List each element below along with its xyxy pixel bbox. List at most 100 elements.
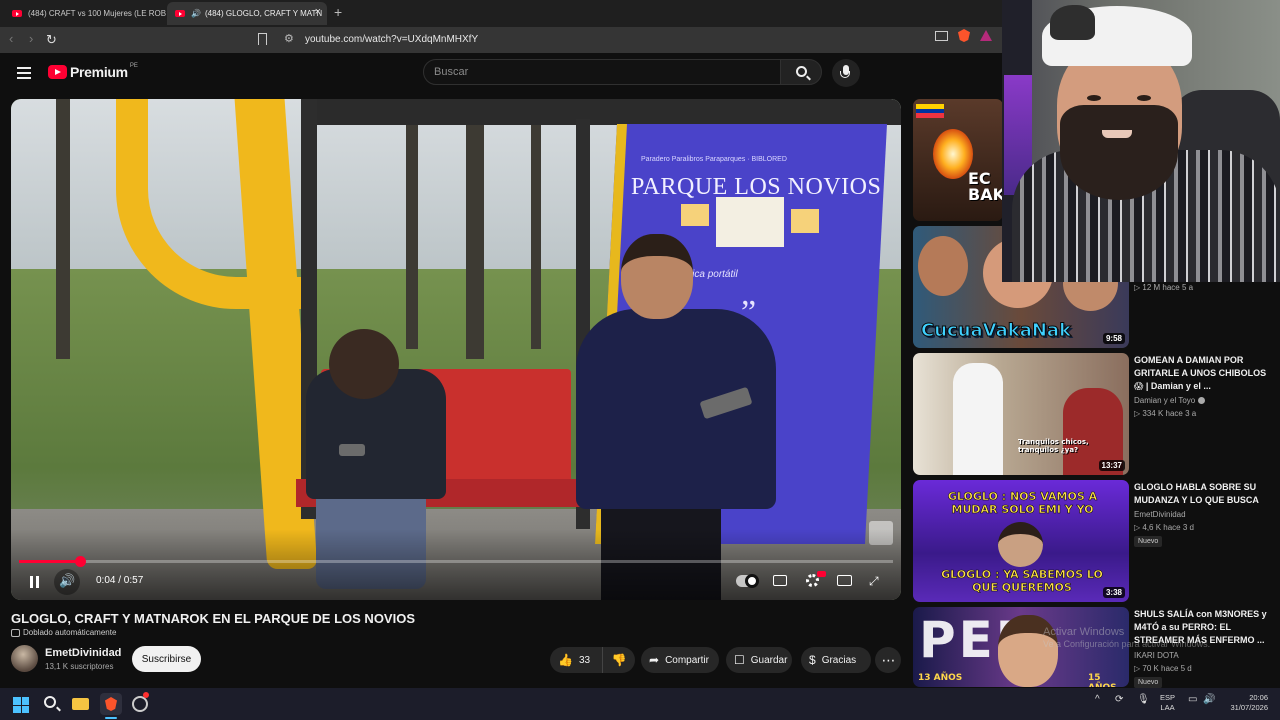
file-explorer-icon[interactable] xyxy=(71,694,91,714)
url-text[interactable]: youtube.com/watch?v=UXdqMnMHXfY xyxy=(305,34,478,45)
recommendation-channel[interactable]: Damian y el Toyo xyxy=(1134,396,1206,405)
recommendation-thumbnail[interactable]: EC BAK xyxy=(913,99,1003,221)
youtube-favicon-icon xyxy=(175,10,185,17)
voice-search-button[interactable] xyxy=(832,59,860,87)
dislike-button[interactable]: 👎 xyxy=(603,653,635,667)
active-app-indicator xyxy=(105,717,117,719)
recommendation-title[interactable]: GOMEAN A DAMIAN POR GRITARLE A UNOS CHIB… xyxy=(1134,354,1274,393)
audio-playing-icon[interactable]: 🔊 xyxy=(191,9,201,18)
recommendation-meta: ▷ 70 K hace 5 d xyxy=(1134,664,1192,673)
thumbs-down-icon: 👎 xyxy=(611,653,627,667)
thumbnail-text: EC BAK xyxy=(968,169,1003,204)
address-bar[interactable]: ⚙ youtube.com/watch?v=UXdqMnMHXfY xyxy=(248,30,996,50)
ecuador-flag-icon xyxy=(916,104,944,118)
recommendation-channel[interactable]: IKARI DOTA xyxy=(1134,651,1179,660)
tray-overflow-icon[interactable]: ^ xyxy=(1095,694,1100,705)
webcam-person-beard xyxy=(1060,105,1178,200)
recommendation-thumbnail[interactable]: GLOGLO : NOS VAMOS A MUDAR SOLO EMI Y YO… xyxy=(913,480,1129,602)
video-frame-tree xyxy=(531,99,541,349)
youtube-favicon-icon xyxy=(12,10,22,17)
like-dislike-group: 👍 33 👎 xyxy=(550,647,635,673)
theater-mode-icon[interactable] xyxy=(837,575,852,586)
recommendation-meta: ▷ 334 K hace 3 a xyxy=(1134,409,1197,418)
dubbed-icon xyxy=(11,628,20,637)
brave-browser-icon[interactable] xyxy=(100,693,122,715)
video-frame-shelter-roof xyxy=(301,99,901,125)
subscribe-button[interactable]: Suscribirse xyxy=(132,646,201,672)
brave-rewards-icon[interactable] xyxy=(980,30,992,41)
sync-icon[interactable]: ⟳ xyxy=(1115,694,1123,705)
webcam-person-mouth xyxy=(1102,130,1132,138)
pause-button[interactable] xyxy=(21,569,47,595)
video-frame-note xyxy=(716,197,784,247)
site-info-icon[interactable]: ⚙ xyxy=(284,32,294,45)
thumbnail-text: CucuaVakaNak xyxy=(920,320,1072,342)
channel-avatar[interactable] xyxy=(11,645,38,672)
browser-tab-active[interactable]: 🔊 (484) GLOGLO, CRAFT Y MATN × xyxy=(167,2,327,25)
new-tab-button[interactable]: + xyxy=(334,4,342,20)
new-badge: Nuevo xyxy=(1134,677,1163,688)
network-icon[interactable]: ▭ xyxy=(1188,694,1197,705)
poster-subtitle: Paradero Paralibros Paraparques · BIBLOR… xyxy=(641,156,787,163)
volume-icon: 🔊 xyxy=(59,573,76,588)
more-actions-icon[interactable]: ⋯ xyxy=(875,647,901,673)
microphone-tray-icon[interactable]: 🎙 xyxy=(1137,694,1150,705)
browser-tab[interactable]: (484) CRAFT vs 100 Mujeres (LE ROBO xyxy=(4,2,166,25)
windows-start-icon[interactable] xyxy=(13,697,29,713)
share-icon: ➦ xyxy=(649,653,660,667)
webcam-person-eye xyxy=(1087,95,1101,101)
reload-icon[interactable]: ↻ xyxy=(46,32,60,47)
brave-shields-icon[interactable] xyxy=(958,29,970,42)
youtube-logo-icon xyxy=(48,65,67,79)
input-language[interactable]: ESP LAA xyxy=(1160,693,1175,713)
subtitles-icon[interactable] xyxy=(773,575,787,586)
tab-label: (484) GLOGLO, CRAFT Y MATN xyxy=(204,9,323,18)
save-button[interactable]: ☐ Guardar xyxy=(726,647,792,673)
windows-activation-watermark: Activar Windows Ve a Configuración para … xyxy=(1043,626,1211,650)
video-duration: 9:58 xyxy=(1102,333,1125,344)
volume-tray-icon[interactable]: 🔊 xyxy=(1203,694,1215,705)
thumbnail-text: 13 AÑOS xyxy=(918,673,963,683)
bookmark-icon[interactable] xyxy=(258,33,267,45)
verified-icon xyxy=(1198,397,1206,405)
fullscreen-icon[interactable]: ⤢ xyxy=(869,574,879,589)
video-player[interactable]: Paradero Paralibros Paraparques · BIBLOR… xyxy=(11,99,901,600)
thumbnail-text: GLOGLO : YA SABEMOS LO QUE QUEREMOS xyxy=(941,568,1103,595)
cast-icon[interactable] xyxy=(935,31,948,41)
search-button[interactable] xyxy=(780,59,822,85)
back-icon[interactable]: ‹ xyxy=(9,31,13,46)
autoplay-toggle[interactable] xyxy=(736,574,759,588)
forward-icon[interactable]: › xyxy=(29,31,33,46)
system-clock[interactable]: 20:06 31/07/2026 xyxy=(1228,693,1268,713)
new-badge: Nuevo xyxy=(1134,536,1163,547)
browser-tab-bar: (484) CRAFT vs 100 Mujeres (LE ROBO 🔊 (4… xyxy=(0,0,1002,27)
video-frame-person xyxy=(329,329,399,399)
fire-icon xyxy=(933,129,973,179)
video-duration: 3:38 xyxy=(1102,587,1125,598)
youtube-premium-logo[interactable]: Premium PE xyxy=(48,63,138,80)
tab-label: (484) CRAFT vs 100 Mujeres (LE ROBO xyxy=(28,9,166,18)
menu-icon[interactable] xyxy=(17,67,31,79)
volume-button[interactable]: 🔊 xyxy=(54,569,80,595)
thumbnail-face xyxy=(998,522,1043,567)
like-button[interactable]: 👍 33 xyxy=(550,647,603,673)
thumbnail-text: 15 AÑOS xyxy=(1088,673,1117,687)
share-button[interactable]: ➦ Compartir xyxy=(641,647,719,673)
thumbnail-face xyxy=(918,236,968,296)
thanks-button[interactable]: $ Gracias xyxy=(801,647,871,673)
search-input[interactable] xyxy=(434,64,764,80)
progress-fill xyxy=(19,560,81,563)
thumbs-up-icon: 👍 xyxy=(558,653,573,667)
search-box[interactable] xyxy=(423,59,781,85)
channel-name[interactable]: EmetDivinidad xyxy=(45,647,121,659)
video-frame-tree xyxy=(56,99,70,359)
recommendation-title[interactable]: GLOGLO HABLA SOBRE SU MUDANZA Y LO QUE B… xyxy=(1134,481,1274,507)
webcam-person-eye xyxy=(1137,95,1151,101)
recording-indicator-icon xyxy=(143,692,149,698)
taskbar-search-icon[interactable] xyxy=(42,694,62,714)
recommendation-channel[interactable]: EmetDivinidad xyxy=(1134,510,1186,519)
recommendation-thumbnail[interactable]: Tranquilos chicos, tranquilos ¿ya? 13:37 xyxy=(913,353,1129,475)
close-tab-icon[interactable]: × xyxy=(315,6,321,18)
progress-bar[interactable] xyxy=(19,556,893,567)
thumbnail-text: GLOGLO : NOS VAMOS A MUDAR SOLO EMI Y YO xyxy=(947,490,1098,517)
